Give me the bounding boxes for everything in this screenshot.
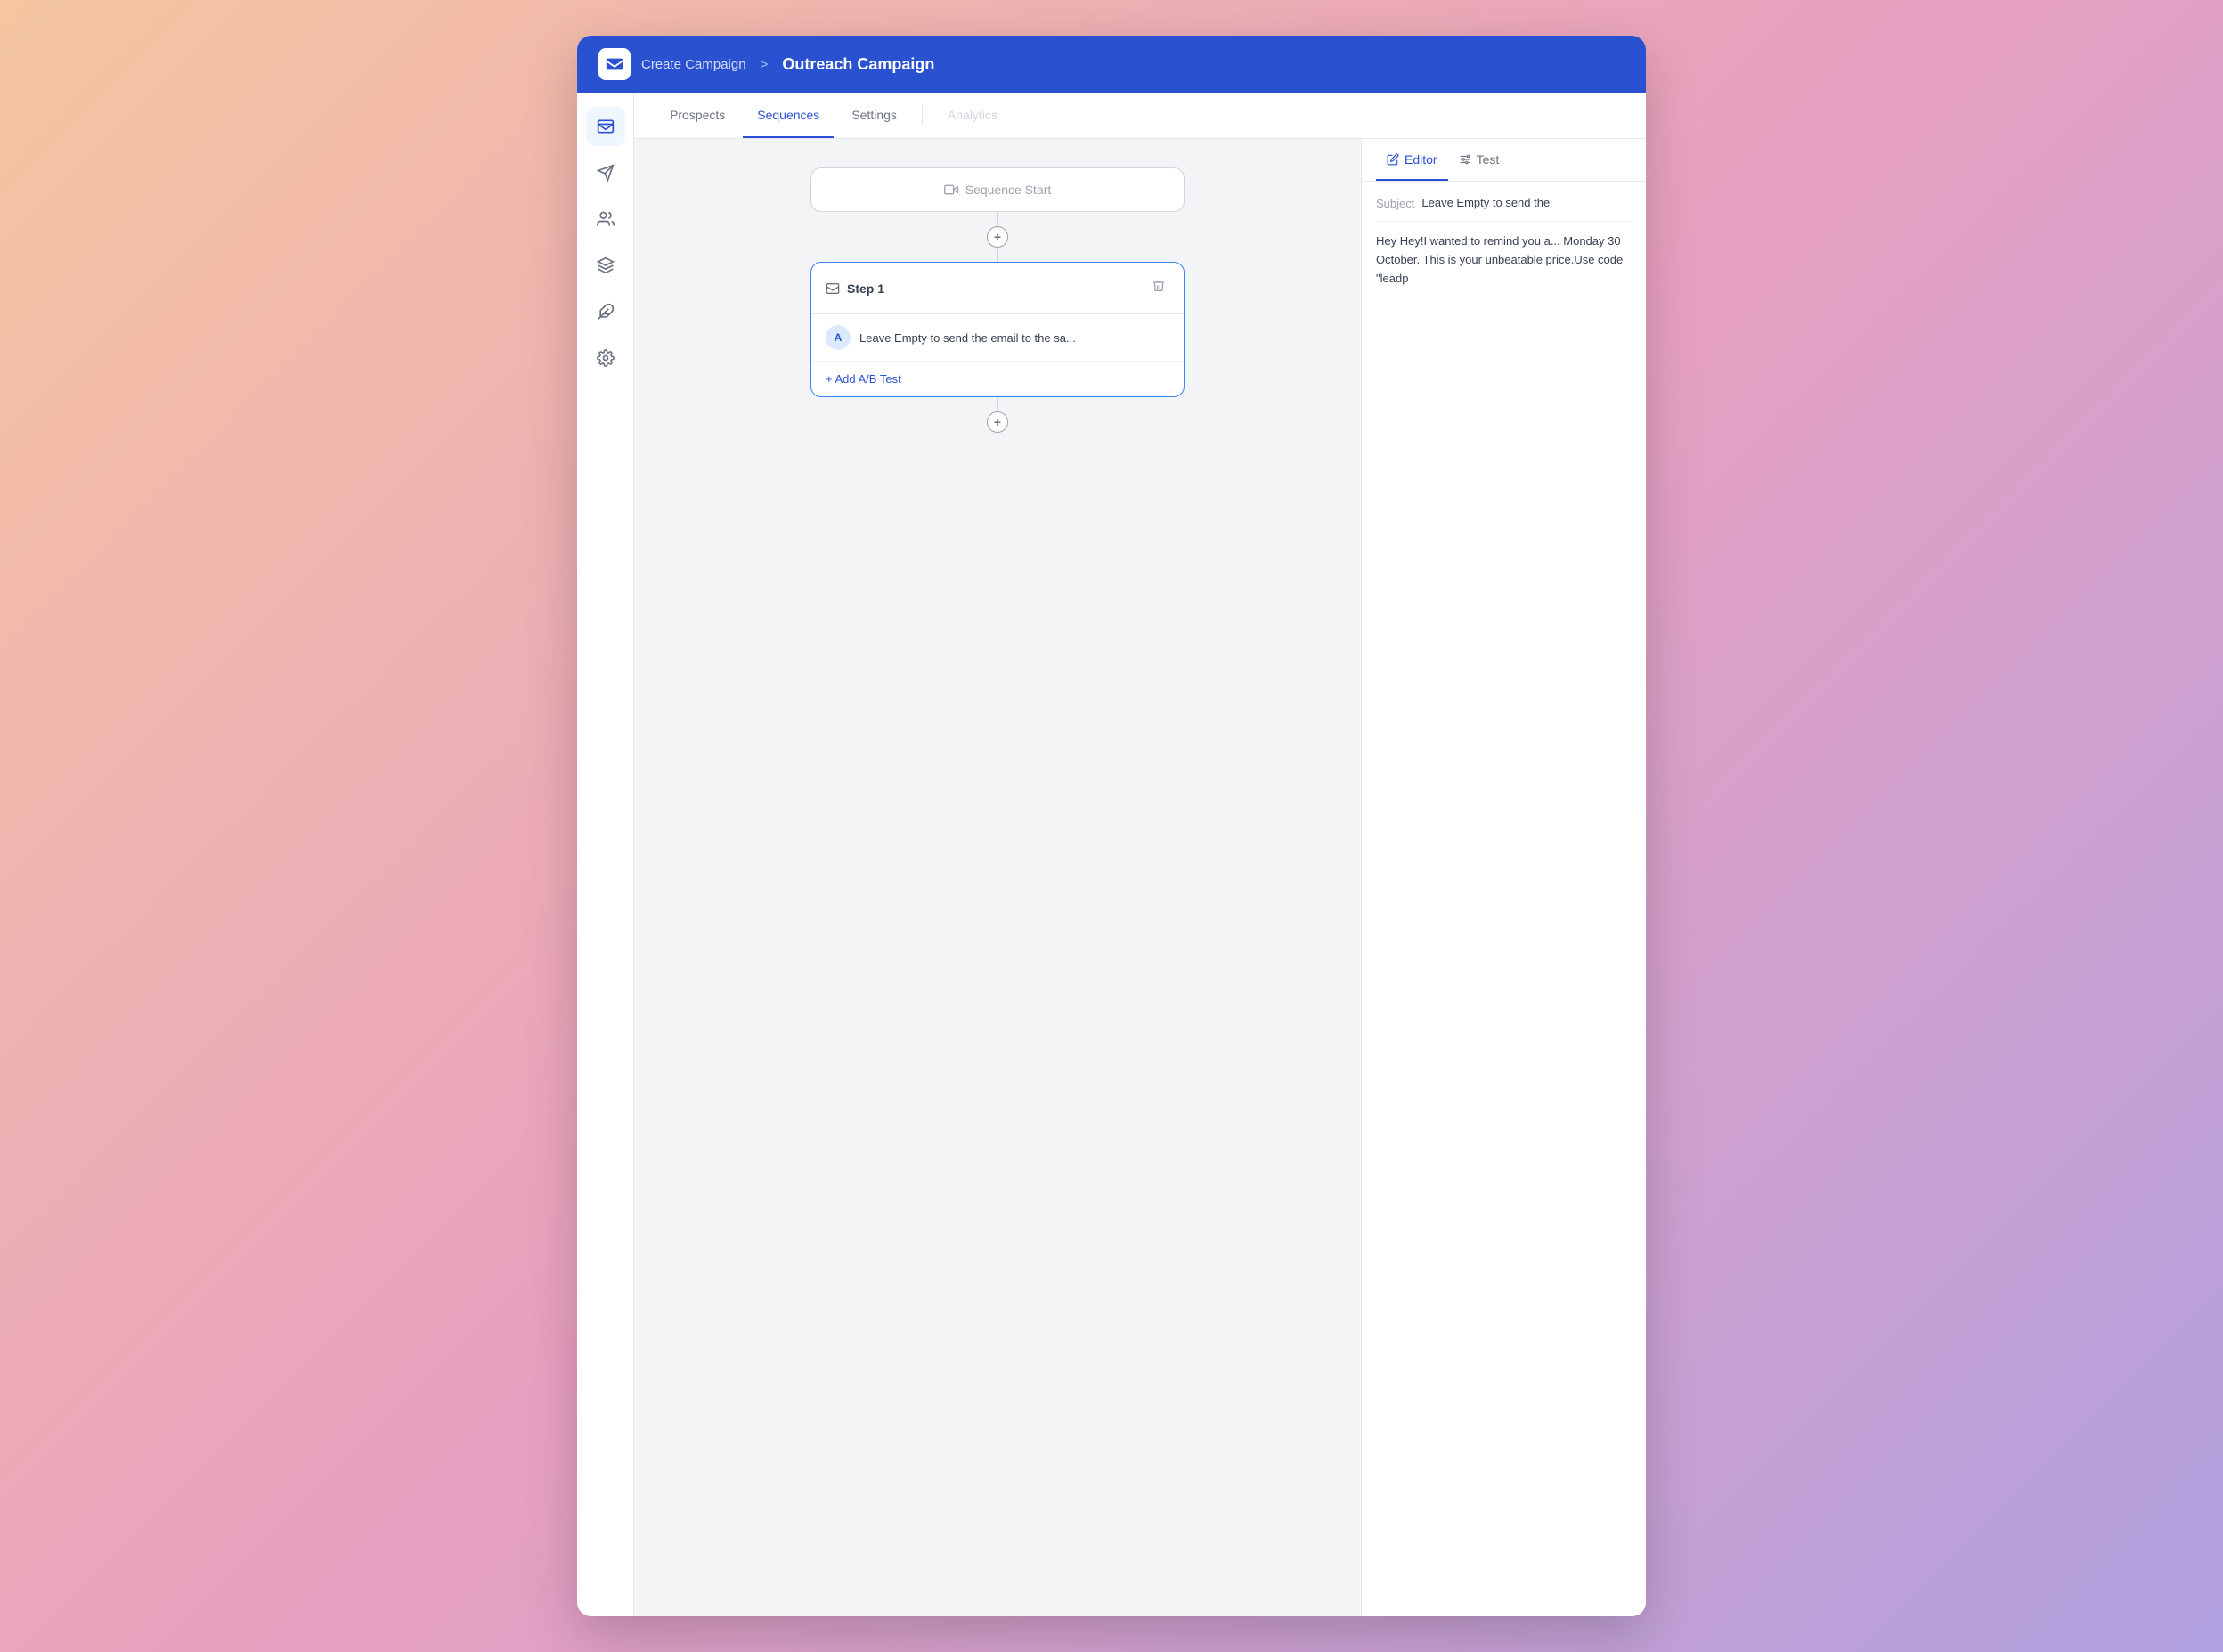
content-area: Prospects Sequences Settings Analytics <box>634 93 1646 1616</box>
subject-value: Leave Empty to send the <box>1421 196 1550 209</box>
app-window: Create Campaign > Outreach Campaign <box>577 36 1646 1616</box>
connector-line-mid <box>997 248 998 262</box>
tab-analytics[interactable]: Analytics <box>933 93 1012 138</box>
tab-settings[interactable]: Settings <box>837 93 911 138</box>
add-step-button-bottom[interactable]: + <box>987 411 1008 433</box>
tab-prospects[interactable]: Prospects <box>656 93 739 138</box>
sequence-canvas: Sequence Start + <box>634 139 1361 1616</box>
add-ab-test-button[interactable]: + Add A/B Test <box>811 362 1184 396</box>
connector-bottom: + <box>987 397 1008 433</box>
editor-content: Subject Leave Empty to send the Hey Hey!… <box>1362 182 1646 1616</box>
editor-tab-test[interactable]: Test <box>1448 139 1510 181</box>
add-step-button-top[interactable]: + <box>987 226 1008 248</box>
delete-step-button[interactable] <box>1148 275 1169 301</box>
sidebar-item-settings[interactable] <box>586 338 625 378</box>
sequence-start-node: Sequence Start <box>810 167 1185 212</box>
variant-a-row[interactable]: A Leave Empty to send the email to the s… <box>811 314 1184 362</box>
sidebar-item-send[interactable] <box>586 153 625 192</box>
connector-line-top <box>997 212 998 226</box>
sidebar-item-inbox[interactable] <box>586 107 625 146</box>
tab-divider <box>922 105 923 126</box>
variant-avatar: A <box>826 325 851 350</box>
connector-line-bottom-top <box>997 397 998 411</box>
page-title: Outreach Campaign <box>782 55 934 74</box>
app-logo <box>598 48 631 80</box>
breadcrumb-separator: > <box>761 57 769 72</box>
sidebar-item-puzzle[interactable] <box>586 292 625 331</box>
editor-tab-editor[interactable]: Editor <box>1376 139 1448 181</box>
content-split: Sequence Start + <box>634 139 1646 1616</box>
main-layout: Prospects Sequences Settings Analytics <box>577 93 1646 1616</box>
subject-row: Subject Leave Empty to send the <box>1376 196 1632 222</box>
editor-panel: Editor Test <box>1361 139 1646 1616</box>
breadcrumb-text: Create Campaign <box>641 57 746 72</box>
tab-bar: Prospects Sequences Settings Analytics <box>634 93 1646 139</box>
connector-top: + <box>987 212 1008 262</box>
header: Create Campaign > Outreach Campaign <box>577 36 1646 93</box>
subject-label: Subject <box>1376 196 1414 210</box>
step-header: Step 1 <box>811 263 1184 314</box>
variant-text: Leave Empty to send the email to the sa.… <box>859 331 1076 345</box>
editor-tab-bar: Editor Test <box>1362 139 1646 182</box>
sidebar-item-layers[interactable] <box>586 246 625 285</box>
step-card-1: Step 1 <box>810 262 1185 397</box>
tab-sequences[interactable]: Sequences <box>743 93 834 138</box>
sidebar <box>577 93 634 1616</box>
email-body-text: Hey Hey!I wanted to remind you a... Mond… <box>1376 232 1632 288</box>
sidebar-item-contacts[interactable] <box>586 199 625 239</box>
step-header-left: Step 1 <box>826 281 884 296</box>
